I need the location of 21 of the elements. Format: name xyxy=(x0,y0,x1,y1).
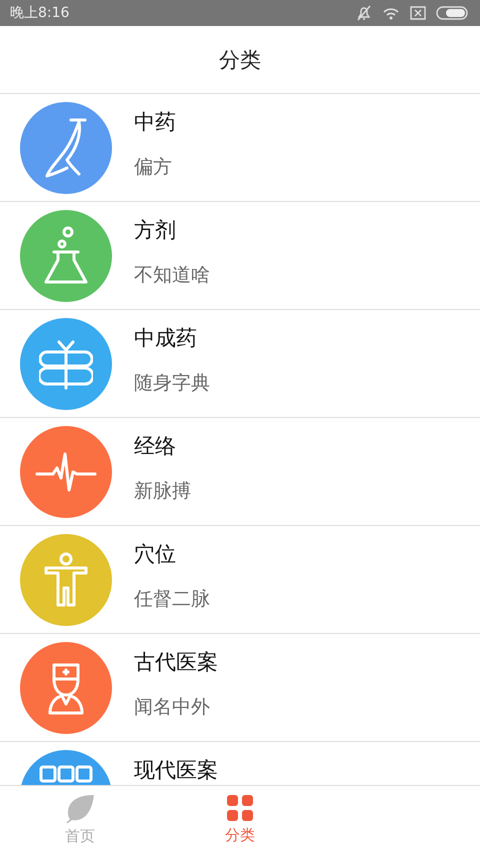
category-item[interactable]: 穴位 任督二脉 xyxy=(0,526,480,634)
category-item[interactable]: 中成药 随身字典 xyxy=(0,310,480,418)
category-subtitle: 任督二脉 xyxy=(134,587,210,612)
category-subtitle: 不知道啥 xyxy=(134,263,210,288)
category-title: 穴位 xyxy=(134,541,177,568)
page-title: 分类 xyxy=(219,46,261,74)
category-title: 中成药 xyxy=(134,325,198,352)
category-title: 方剂 xyxy=(134,217,177,244)
category-item[interactable]: 方剂 不知道啥 xyxy=(0,202,480,310)
category-title: 现代医案 xyxy=(134,757,218,784)
category-subtitle: 新脉搏 xyxy=(134,479,191,504)
category-subtitle: 随身字典 xyxy=(134,371,210,396)
category-subtitle: 偏方 xyxy=(134,155,173,180)
category-title: 古代医案 xyxy=(134,649,218,676)
status-time: 晚上8:16 xyxy=(10,4,70,22)
category-subtitle: 闻名中外 xyxy=(134,695,211,720)
category-item[interactable]: 古代医案 闻名中外 xyxy=(0,634,480,742)
category-item[interactable]: 经络 新脉搏 xyxy=(0,418,480,526)
category-title: 经络 xyxy=(134,433,177,460)
category-item[interactable]: 中药 偏方 xyxy=(0,94,480,202)
category-title: 中药 xyxy=(134,109,176,136)
